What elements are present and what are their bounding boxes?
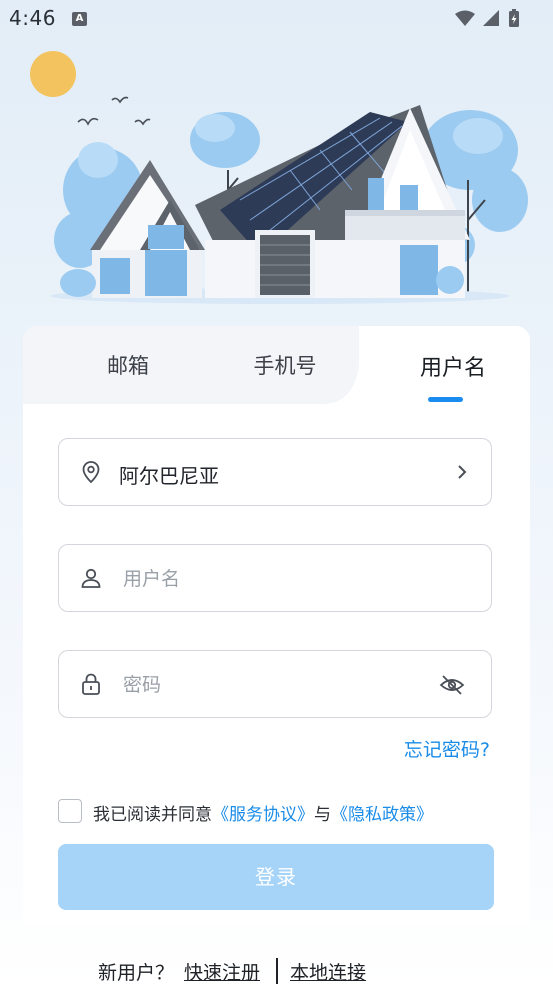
eye-closed-icon[interactable]	[439, 673, 465, 697]
login-button[interactable]: 登录	[58, 844, 494, 910]
user-icon	[81, 568, 101, 588]
tab-active-indicator	[428, 397, 463, 402]
agreement-checkbox[interactable]	[58, 799, 82, 823]
country-selector[interactable]: 阿尔巴尼亚	[58, 438, 492, 506]
tree-mid	[190, 112, 260, 168]
house-illustration	[0, 40, 553, 310]
login-card: 邮箱 手机号 用户名 阿尔巴尼亚 忘记	[23, 326, 530, 926]
sun-icon	[30, 51, 76, 97]
status-icons	[453, 8, 539, 28]
footer: 新用户？ 快速注册 本地连接	[0, 958, 553, 984]
agreement-conjunction: 与	[314, 805, 331, 825]
a-icon: A	[72, 12, 87, 26]
tab-email[interactable]: 邮箱	[83, 350, 173, 380]
terms-of-service-link[interactable]: 《服务协议》	[212, 805, 314, 825]
location-pin-icon	[82, 461, 100, 484]
chevron-right-icon	[458, 465, 467, 479]
wifi-icon	[455, 10, 475, 26]
password-field[interactable]	[58, 650, 492, 718]
local-connect-link[interactable]: 本地连接	[290, 958, 366, 984]
privacy-policy-link[interactable]: 《隐私政策》	[331, 805, 433, 825]
quick-register-link[interactable]: 快速注册	[184, 958, 260, 984]
password-input[interactable]	[121, 665, 425, 705]
footer-divider	[276, 958, 278, 984]
lock-icon	[82, 673, 100, 695]
forgot-password-link[interactable]: 忘记密码?	[404, 735, 490, 762]
agreement-prefix: 我已阅读并同意	[93, 805, 212, 825]
battery-charging-icon	[509, 9, 519, 27]
new-user-label: 新用户？	[98, 962, 175, 984]
birds-icon	[77, 96, 151, 126]
username-input[interactable]	[121, 559, 425, 599]
agreement-text: 我已阅读并同意《服务协议》与《隐私政策》	[93, 800, 433, 825]
signal-icon	[483, 10, 499, 26]
tab-username[interactable]: 用户名	[398, 350, 508, 382]
house	[90, 105, 470, 298]
username-field[interactable]	[58, 544, 492, 612]
status-time: 4:46	[9, 6, 56, 30]
tab-phone[interactable]: 手机号	[230, 350, 340, 380]
country-value: 阿尔巴尼亚	[119, 464, 219, 488]
status-bar: 4:46 A	[0, 0, 553, 36]
